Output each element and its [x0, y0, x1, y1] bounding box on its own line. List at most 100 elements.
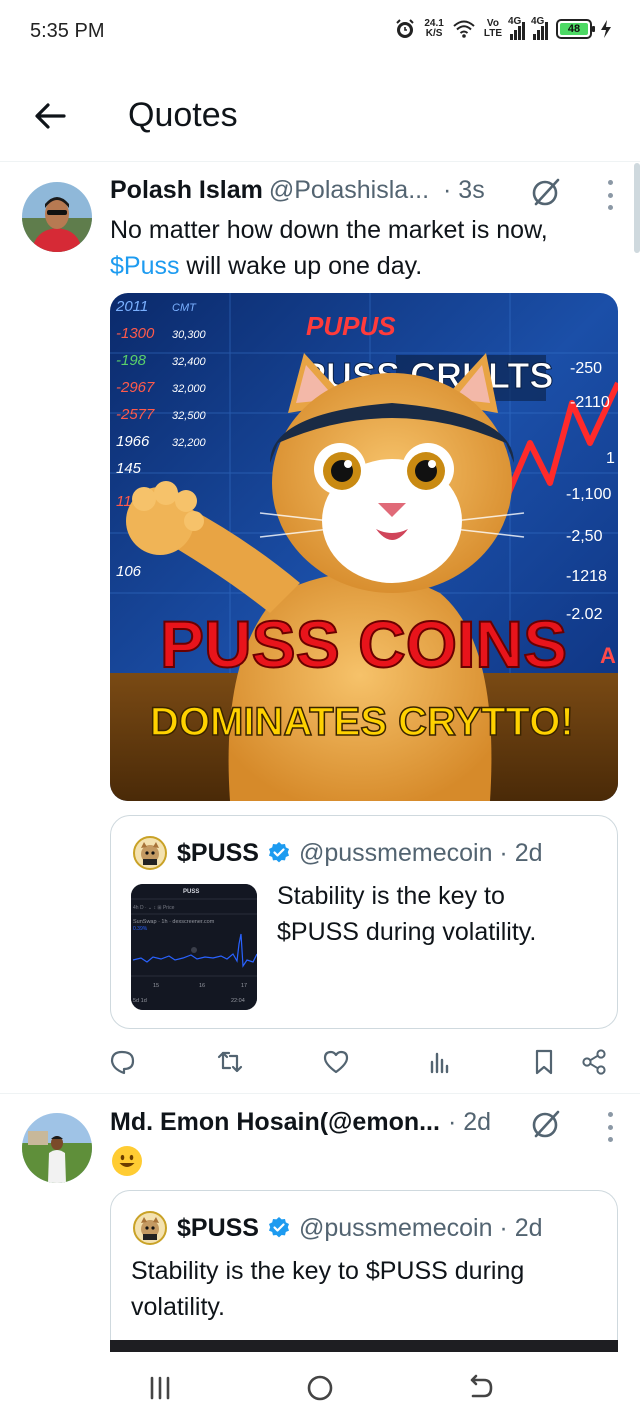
avatar-image — [22, 182, 92, 252]
verified-icon — [268, 842, 289, 863]
thumb-footer: 5d 1d — [133, 998, 147, 1004]
ticker-left2-1: 30,300 — [172, 329, 207, 341]
author-name[interactable]: Md. Emon Hosain(@emon... — [110, 1108, 440, 1137]
ticker-left-0: 2011 — [115, 298, 148, 315]
quoted-text-line1: Stability is the key to $PUSS during — [131, 1257, 525, 1285]
battery-level: 48 — [560, 23, 588, 35]
views-icon[interactable] — [426, 1048, 454, 1076]
home-icon[interactable] — [304, 1372, 336, 1404]
network-speed: 24.1 K/S — [424, 19, 443, 39]
quoted-handle-time[interactable]: @pussmemecoin · 2d — [299, 1214, 543, 1243]
quoted-text-line2: $PUSS during volatility. — [277, 918, 537, 946]
ticker-left2-4: 32,500 — [172, 410, 207, 422]
page-header: Quotes — [0, 70, 640, 162]
author-name[interactable]: Polash Islam — [110, 176, 263, 205]
quoted-media-preview[interactable] — [110, 1340, 618, 1352]
ticker-right-3: -1,100 — [566, 486, 611, 503]
ticker-left2-5: 32,200 — [172, 437, 207, 449]
tweet-image[interactable]: 2011 -1300 -198 -2967 -2577 1966 145 116… — [110, 293, 618, 801]
bookmark-icon[interactable] — [530, 1048, 558, 1076]
thumb-subtitle: SunSwap · 1h · dexscreener.com — [133, 919, 215, 925]
tweet-text-line2-rest: will wake up one day. — [179, 252, 423, 280]
cashtag-link[interactable]: $Puss — [110, 252, 179, 280]
ticker-left-6: 145 — [116, 460, 142, 477]
puss-avatar[interactable] — [133, 1211, 167, 1245]
more-icon[interactable] — [606, 180, 614, 210]
image-headline: PUSS COINS — [160, 607, 567, 681]
share-icon[interactable] — [580, 1048, 608, 1076]
quoted-author-name[interactable]: $PUSS — [177, 839, 259, 868]
page-title: Quotes — [128, 96, 238, 134]
thumb-clock: 22:04 — [231, 998, 245, 1004]
ticker-left-8: 106 — [116, 563, 142, 580]
ticker-left-3: -2967 — [116, 379, 155, 396]
menu-icon[interactable] — [144, 1372, 176, 1404]
tweet-actions — [108, 1040, 618, 1084]
ticker-right-0: -250 — [570, 360, 602, 377]
more-icon[interactable] — [606, 1112, 614, 1142]
avatar-image — [22, 1113, 92, 1183]
volte-bottom: LTE — [483, 28, 502, 39]
tweet-text-line1: No matter how down the market is now, — [110, 216, 548, 244]
thumb-title: PUSS — [183, 889, 199, 895]
battery-icon: 48 — [556, 19, 595, 39]
puss-avatar[interactable] — [133, 836, 167, 870]
signal-2-icon: 4G — [531, 16, 548, 40]
thumb-x-0: 15 — [153, 983, 159, 989]
retweet-icon[interactable] — [216, 1048, 244, 1076]
quoted-header: $PUSS @pussmemecoin · 2d — [133, 836, 543, 870]
signal-1-icon: 4G — [508, 16, 525, 40]
quoted-author-name[interactable]: $PUSS — [177, 1214, 259, 1243]
volte-indicator: Vo LTE — [484, 19, 502, 39]
status-time: 5:35 PM — [30, 20, 105, 42]
grinning-emoji — [112, 1146, 142, 1176]
thumb-change: 0.39% — [133, 926, 148, 932]
quoted-header: $PUSS @pussmemecoin · 2d — [133, 1211, 543, 1245]
ticker-right-2: 1 — [606, 450, 615, 467]
tweet-text-line2: $Puss will wake up one day. — [110, 248, 548, 284]
avatar[interactable] — [22, 182, 92, 252]
back-nav-icon[interactable] — [464, 1372, 496, 1404]
scrollbar[interactable] — [634, 163, 640, 253]
like-icon[interactable] — [322, 1048, 350, 1076]
ticker-left2-0: CMT — [172, 302, 197, 314]
thumb-toolbar: 4h D ⋅ ⌄ ↕ ⊞ Price — [133, 905, 175, 911]
ticker-left2-3: 32,000 — [172, 383, 207, 395]
quoted-text: Stability is the key to $PUSS during vol… — [131, 1253, 524, 1325]
quoted-text: Stability is the key to $PUSS during vol… — [277, 878, 536, 950]
thumb-x-1: 16 — [199, 983, 205, 989]
tweet-text: No matter how down the market is now, $P… — [110, 212, 548, 284]
reply-icon[interactable] — [108, 1048, 136, 1076]
alarm-icon — [396, 19, 415, 38]
tweet-time[interactable]: · 3s — [443, 176, 485, 205]
verified-icon — [268, 1217, 289, 1238]
tweet-divider — [0, 1093, 640, 1094]
avatar[interactable] — [22, 1113, 92, 1183]
tweet-header: Polash Islam @Polashisla... · 3s — [110, 176, 485, 205]
tweet-header: Md. Emon Hosain(@emon... · 2d — [110, 1108, 491, 1137]
status-bar: 5:35 PM 24.1 K/S Vo LTE 4G 4G 48 — [0, 0, 640, 64]
thumb-x-2: 17 — [241, 983, 247, 989]
ticker-left-5: 1966 — [116, 433, 150, 450]
back-arrow-icon[interactable] — [30, 96, 70, 136]
ticker-right-4: -2,50 — [566, 528, 603, 545]
ticker-right-5: -1218 — [566, 568, 607, 585]
quoted-chart-thumbnail[interactable]: PUSS 4h D ⋅ ⌄ ↕ ⊞ Price SunSwap · 1h · d… — [131, 884, 257, 1010]
signal-1-label: 4G — [508, 16, 522, 27]
network-speed-unit: K/S — [425, 28, 443, 39]
ticker-right-1: -2110 — [570, 394, 610, 411]
status-icons: 24.1 K/S Vo LTE 4G 4G 48 — [394, 16, 612, 40]
grok-icon[interactable] — [530, 176, 562, 208]
ticker-left-1: -1300 — [116, 325, 155, 342]
quoted-tweet[interactable]: $PUSS @pussmemecoin · 2d PUSS 4h D ⋅ ⌄ ↕… — [110, 815, 618, 1029]
grok-icon[interactable] — [530, 1108, 562, 1140]
ticker-left-4: -2577 — [116, 406, 155, 423]
tweet-time[interactable]: · 2d — [448, 1108, 491, 1137]
quoted-handle-time[interactable]: @pussmemecoin · 2d — [299, 839, 543, 868]
author-handle[interactable]: @Polashisla... — [269, 176, 429, 205]
charging-icon — [601, 20, 611, 38]
ticker-left-2: -198 — [116, 352, 147, 369]
ticker-left2-2: 32,400 — [172, 356, 207, 368]
quoted-text-line1: Stability is the key to — [277, 882, 505, 910]
puss-coin-artwork: 2011 -1300 -198 -2967 -2577 1966 145 116… — [110, 293, 618, 801]
